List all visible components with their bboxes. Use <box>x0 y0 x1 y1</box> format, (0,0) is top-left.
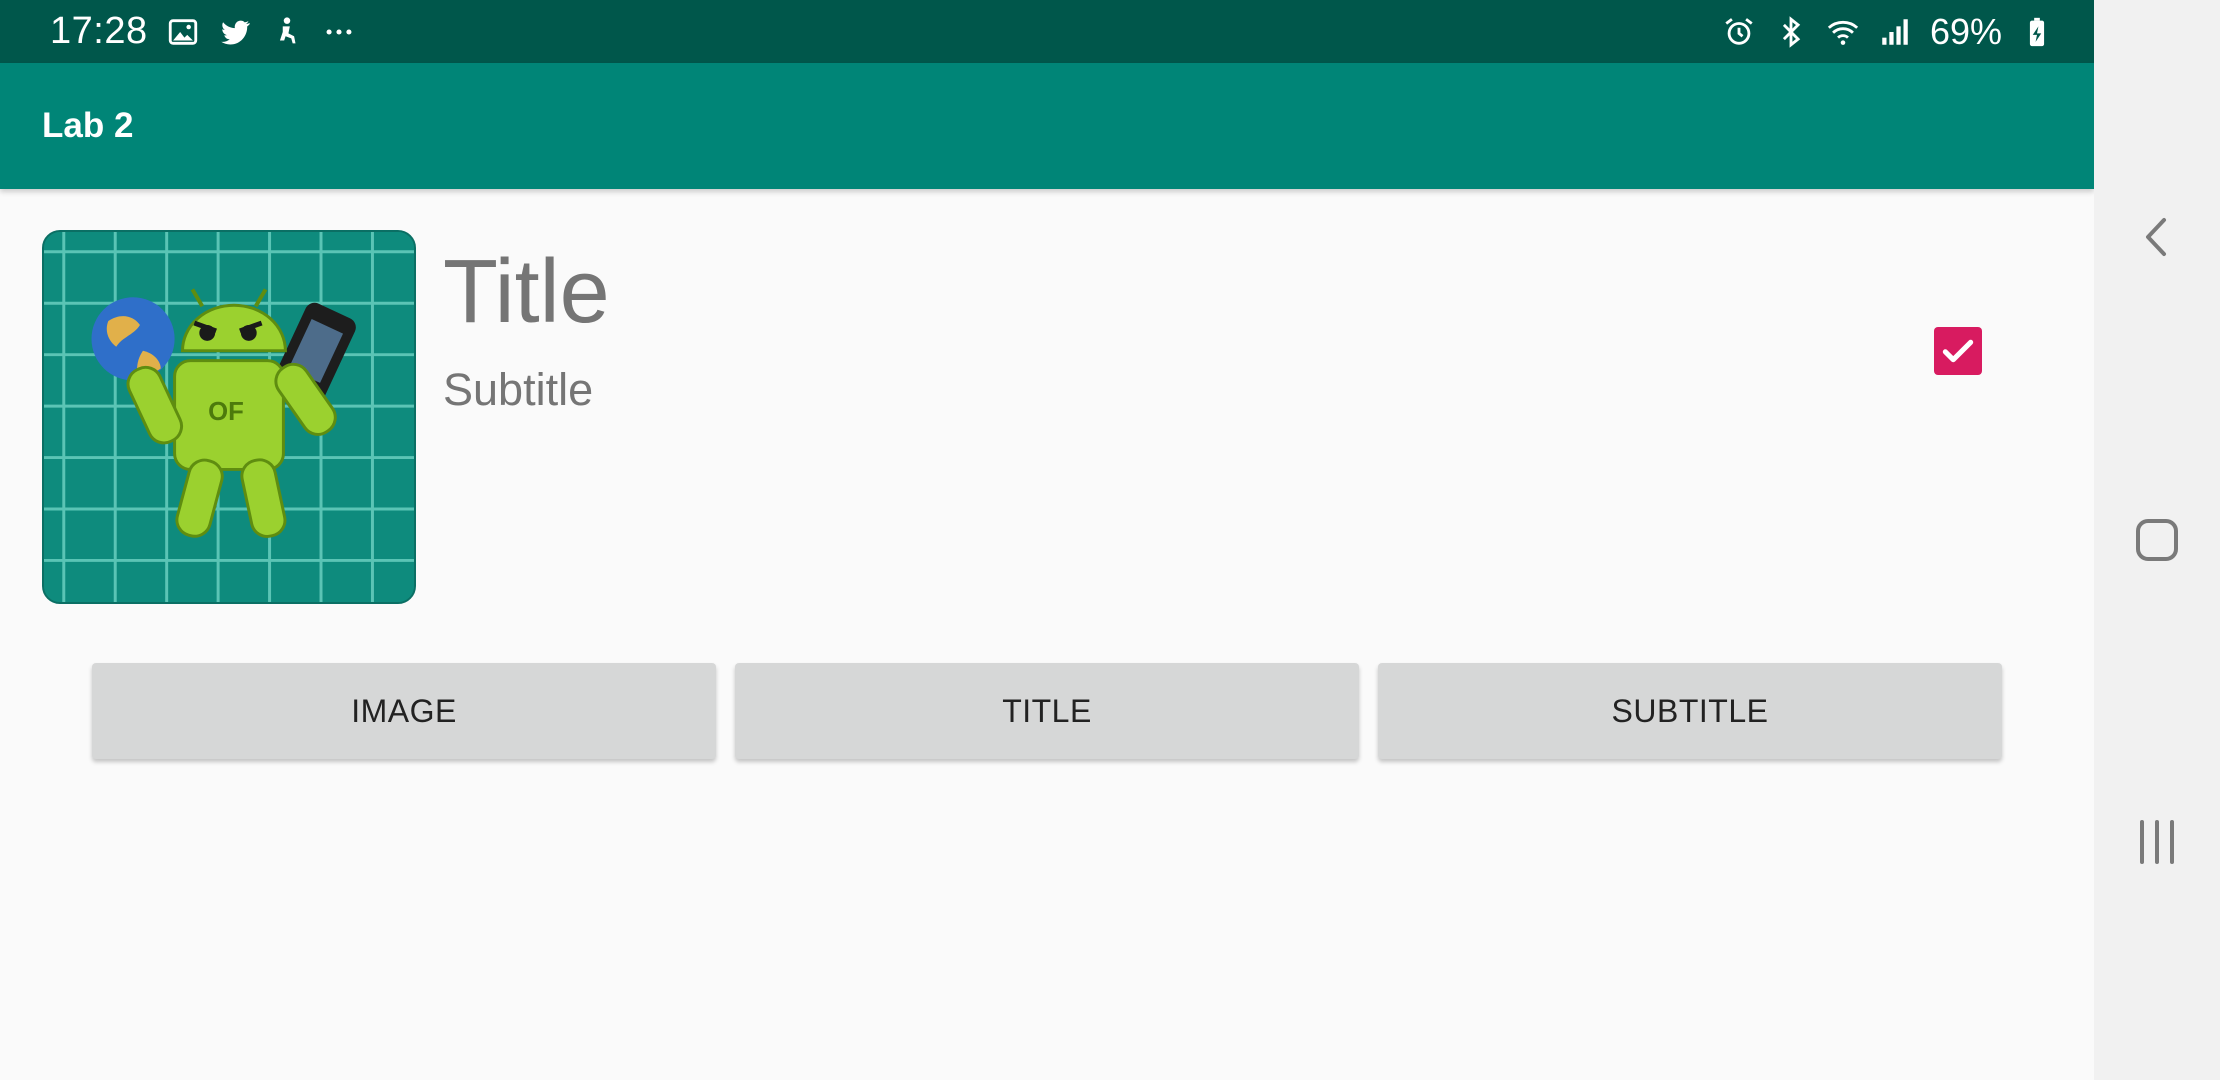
android-robot-image: OF <box>42 230 416 604</box>
battery-charging-icon <box>2020 15 2054 49</box>
accessibility-icon <box>270 15 304 49</box>
screen: 17:28 69% Lab 2 OF Title Subtitle IMAGE … <box>0 0 2220 1080</box>
status-left: 17:28 <box>50 10 356 53</box>
wifi-icon <box>1826 15 1860 49</box>
alarm-icon <box>1722 15 1756 49</box>
clock: 17:28 <box>50 10 148 52</box>
more-dots-icon <box>322 15 356 49</box>
buttons-row: IMAGE TITLE SUBTITLE <box>92 663 2002 759</box>
signal-icon <box>1878 15 1912 49</box>
bluetooth-icon <box>1774 15 1808 49</box>
subtitle-text: Subtitle <box>443 364 594 415</box>
gallery-icon <box>166 15 200 49</box>
navigation-bar <box>2094 0 2220 1080</box>
title-text: Title <box>443 242 610 342</box>
subtitle-button[interactable]: SUBTITLE <box>1378 663 2002 759</box>
main-content: OF Title Subtitle IMAGE TITLE SUBTITLE <box>0 189 2094 1080</box>
twitter-icon <box>218 15 252 49</box>
app-title: Lab 2 <box>42 106 134 145</box>
image-button[interactable]: IMAGE <box>92 663 716 759</box>
title-button[interactable]: TITLE <box>735 663 1359 759</box>
app-bar: Lab 2 <box>0 63 2094 189</box>
checkmark-icon <box>1942 339 1974 363</box>
battery-percentage: 69% <box>1929 10 2002 52</box>
status-bar: 17:28 69% <box>0 0 2094 63</box>
recents-icon[interactable] <box>2132 817 2182 867</box>
home-icon[interactable] <box>2132 515 2182 565</box>
checkbox[interactable] <box>1934 327 1982 375</box>
svg-text:OF: OF <box>208 398 244 426</box>
status-right: 69% <box>1722 11 2054 53</box>
back-icon[interactable] <box>2132 212 2182 262</box>
